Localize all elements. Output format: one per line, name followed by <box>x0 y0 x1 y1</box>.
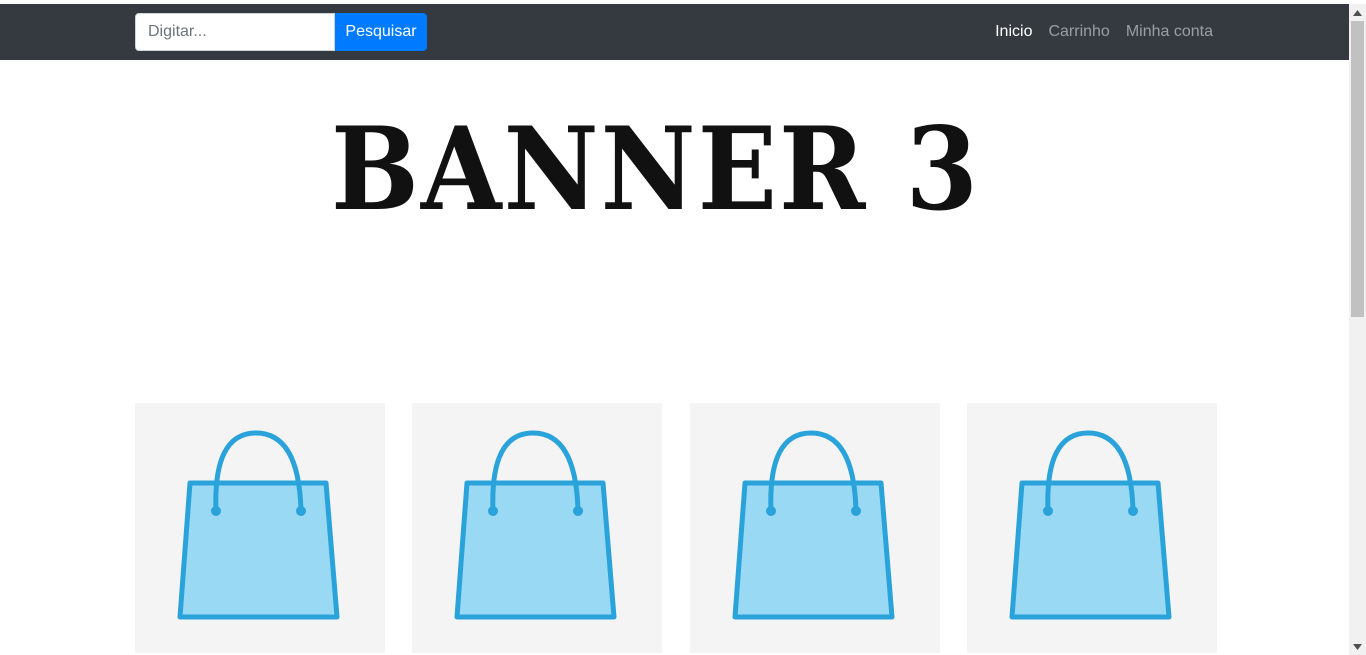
product-card[interactable] <box>690 403 940 653</box>
shopping-bag-icon <box>732 430 895 620</box>
banner: BANNER 3 <box>0 60 1349 380</box>
shopping-bag-icon <box>454 430 617 620</box>
search-button[interactable]: Pesquisar <box>335 13 427 51</box>
product-card[interactable] <box>135 403 385 653</box>
product-card[interactable] <box>967 403 1217 653</box>
shopping-bag-icon <box>1009 430 1172 620</box>
nav-link-minha-conta[interactable]: Minha conta <box>1118 23 1221 41</box>
shopping-bag-icon <box>177 430 340 620</box>
search-input[interactable] <box>135 13 335 51</box>
product-card[interactable] <box>412 403 662 653</box>
vertical-scrollbar[interactable] <box>1349 4 1366 655</box>
scrollbar-thumb[interactable] <box>1351 21 1364 317</box>
scroll-up-arrow-icon[interactable] <box>1349 4 1366 21</box>
navbar: Pesquisar Inicio Carrinho Minha conta <box>0 4 1349 60</box>
nav-link-carrinho[interactable]: Carrinho <box>1040 23 1117 41</box>
scroll-down-arrow-icon[interactable] <box>1349 638 1366 655</box>
nav-links: Inicio Carrinho Minha conta <box>987 4 1221 60</box>
nav-link-inicio[interactable]: Inicio <box>987 23 1040 41</box>
banner-title: BANNER 3 <box>331 101 980 237</box>
product-list <box>135 403 1217 655</box>
